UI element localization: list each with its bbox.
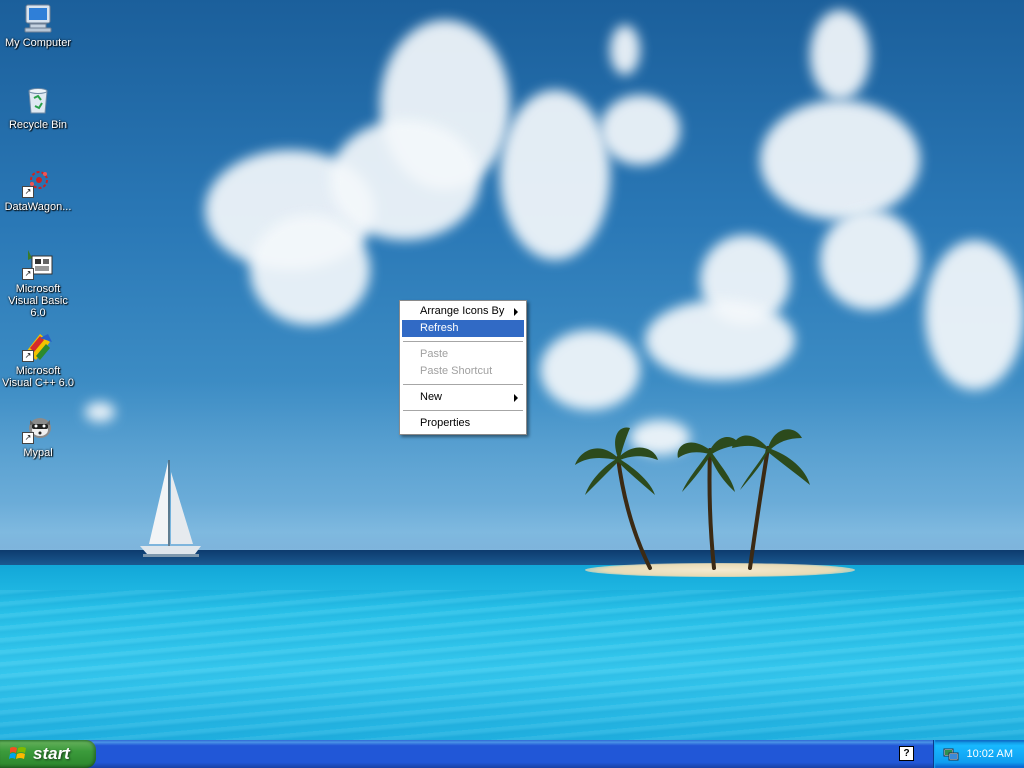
visual-basic-icon: ↗ — [22, 248, 54, 280]
desktop-icon-datawagon[interactable]: ↗ DataWagon... — [0, 166, 76, 213]
desktop-icon-label: My Computer — [4, 37, 72, 49]
desktop-icon-mypal[interactable]: ↗ Mypal — [0, 412, 76, 459]
cloud — [925, 240, 1024, 390]
mypal-browser-icon: ↗ — [22, 412, 54, 444]
taskbar[interactable]: start 10:02 AM — [0, 740, 1024, 768]
menu-item-label: Paste Shortcut — [420, 365, 493, 377]
desktop-icon-label: DataWagon... — [4, 201, 72, 213]
menu-item-paste[interactable]: Paste — [402, 346, 524, 363]
menu-item-refresh[interactable]: Refresh — [402, 320, 524, 337]
sea-ripple — [0, 590, 1024, 740]
menu-item-arrange-icons-by[interactable]: Arrange Icons By — [402, 303, 524, 320]
menu-item-label: New — [420, 391, 443, 403]
palm-trees — [575, 427, 810, 570]
desktop-icon-visual-basic[interactable]: ↗ Microsoft Visual Basic 6.0 — [0, 248, 76, 319]
menu-separator — [403, 384, 523, 385]
menu-item-paste-shortcut[interactable]: Paste Shortcut — [402, 363, 524, 380]
menu-separator — [403, 410, 523, 411]
start-label: start — [33, 744, 70, 763]
desktop-icon-visual-cpp[interactable]: ↗ Microsoft Visual C++ 6.0 — [0, 330, 76, 389]
windows-logo-icon — [9, 747, 26, 759]
start-button[interactable]: start — [0, 740, 96, 768]
menu-item-label: Paste — [420, 348, 449, 360]
desktop-icon-label: Microsoft Visual C++ 6.0 — [2, 365, 74, 389]
desktop-icon-label: Recycle Bin — [8, 119, 68, 131]
shortcut-arrow-icon: ↗ — [22, 350, 34, 362]
cloud — [250, 215, 370, 325]
cloud — [600, 95, 680, 165]
my-computer-icon — [22, 2, 54, 34]
cloud — [610, 25, 640, 75]
cloud — [500, 90, 610, 260]
cloud — [760, 100, 920, 220]
shortcut-arrow-icon: ↗ — [22, 186, 34, 198]
menu-item-label: Properties — [420, 417, 471, 429]
menu-item-properties[interactable]: Properties — [402, 415, 524, 432]
desktop-icon-label: Mypal — [23, 447, 53, 459]
clock[interactable]: 10:02 AM — [967, 740, 1013, 768]
system-tray: 10:02 AM — [933, 740, 1024, 768]
menu-item-label: Refresh — [420, 322, 459, 334]
menu-separator — [403, 341, 523, 342]
cloud — [85, 402, 115, 422]
cloud — [645, 300, 795, 380]
desktop-context-menu: Arrange Icons By Refresh Paste Paste Sho… — [399, 300, 527, 435]
desktop-icon-label: Microsoft Visual Basic 6.0 — [8, 283, 68, 319]
cloud — [330, 120, 480, 240]
submenu-arrow-icon — [514, 394, 518, 402]
cloud — [810, 10, 870, 100]
sailboat — [140, 460, 201, 557]
cloud — [820, 210, 920, 310]
shortcut-arrow-icon: ↗ — [22, 432, 34, 444]
menu-item-label: Arrange Icons By — [420, 305, 505, 317]
desktop-icon-my-computer[interactable]: My Computer — [0, 2, 76, 49]
help-icon[interactable]: ? — [899, 746, 914, 761]
desktop-icon-recycle-bin[interactable]: Recycle Bin — [0, 84, 76, 131]
cloud — [540, 330, 640, 410]
network-tray-icon[interactable] — [943, 746, 959, 762]
visual-cpp-icon: ↗ — [22, 330, 54, 362]
recycle-bin-icon — [22, 84, 54, 116]
menu-item-new[interactable]: New — [402, 389, 524, 406]
datawagon-icon: ↗ — [22, 166, 54, 198]
shortcut-arrow-icon: ↗ — [22, 268, 34, 280]
submenu-arrow-icon — [514, 308, 518, 316]
